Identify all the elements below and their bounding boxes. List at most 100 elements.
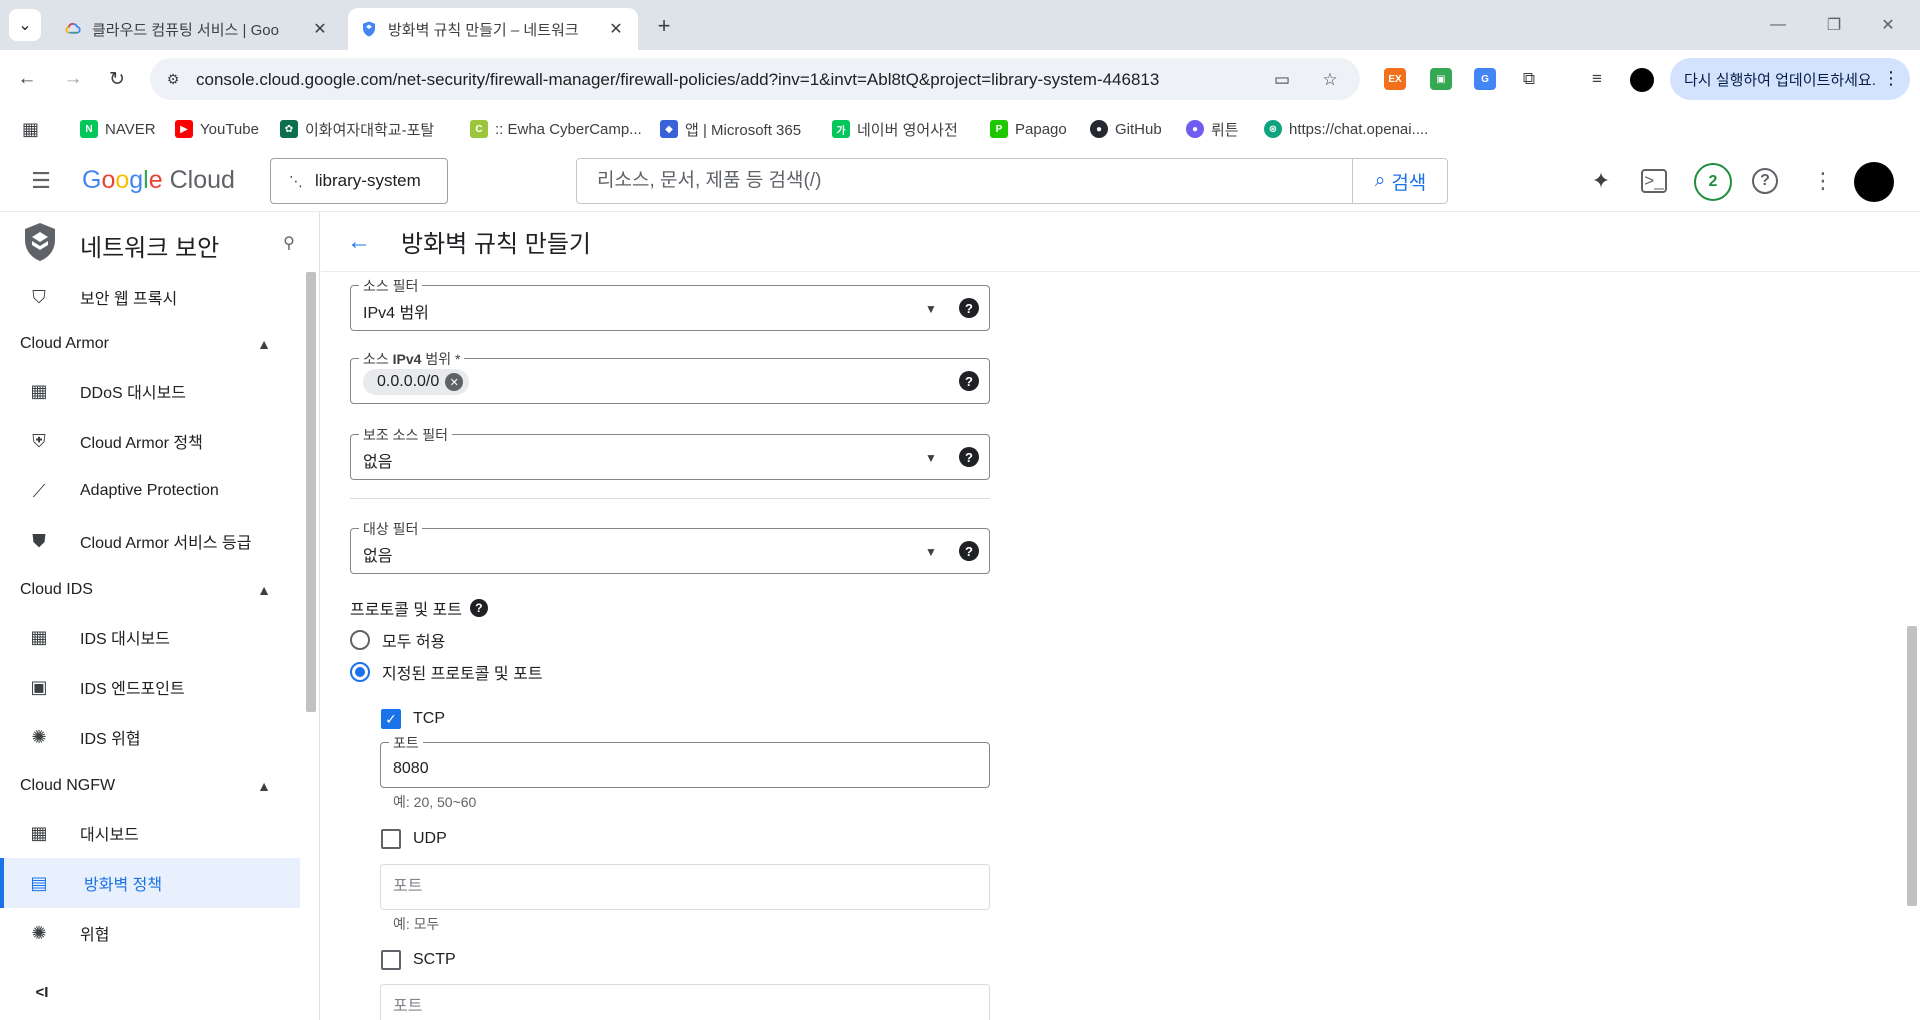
chevron-up-icon[interactable]: ▲ xyxy=(254,334,274,354)
bookmark-naver-dictionary[interactable]: 가 네이버 영어사전 xyxy=(832,118,958,140)
checkbox-checked-icon[interactable]: ✓ xyxy=(381,709,401,729)
back-arrow-icon[interactable]: ← xyxy=(12,64,42,94)
sctp-checkbox-row[interactable]: SCTP xyxy=(381,948,456,972)
sidebar-scrollbar[interactable] xyxy=(306,272,316,712)
sidebar-item[interactable]: ▦ DDoS 대시보드 xyxy=(0,366,300,416)
source-filter-select[interactable]: 소스 필터 IPv4 범위 ▼ ? xyxy=(350,276,990,331)
sidebar-item[interactable]: ▦ 대시보드 xyxy=(0,808,300,858)
dropdown-caret-icon[interactable]: ▼ xyxy=(921,299,941,319)
chevron-up-icon[interactable]: ▲ xyxy=(254,776,274,796)
reload-icon[interactable]: ↻ xyxy=(102,64,132,94)
sidebar-item[interactable]: ⛨ Cloud Armor 정책 xyxy=(0,416,300,466)
sctp-port-input[interactable] xyxy=(381,985,989,1020)
extension-ex-icon[interactable]: EX xyxy=(1384,68,1406,90)
sidebar-section-cloud-ngfw[interactable]: Cloud NGFW ▲ xyxy=(0,764,300,808)
sidebar-item[interactable]: ✺ IDS 위협 xyxy=(0,712,300,762)
notifications-badge[interactable]: 2 xyxy=(1694,163,1732,201)
search-button[interactable]: ⌕ 검색 xyxy=(1352,159,1448,203)
extensions-puzzle-icon[interactable]: ⧉ xyxy=(1514,64,1544,94)
help-icon[interactable]: ? xyxy=(959,371,979,391)
pin-icon[interactable]: ⚲ xyxy=(278,232,300,254)
window-close-icon[interactable]: ✕ xyxy=(1868,10,1908,40)
checkbox-label: UDP xyxy=(413,830,447,847)
sidebar-item-label: 위협 xyxy=(80,927,110,944)
account-avatar[interactable] xyxy=(1854,162,1894,202)
open-in-app-icon[interactable]: ▭ xyxy=(1270,68,1294,92)
browser-tab-firewall-rule[interactable]: 방화벽 규칙 만들기 – 네트워크 ✕ xyxy=(348,8,638,50)
dropdown-caret-icon[interactable]: ▼ xyxy=(921,542,941,562)
browser-tab-cloud-computing[interactable]: 클라우드 컴퓨팅 서비스 | Goo ✕ xyxy=(52,8,342,50)
gemini-sparkle-icon[interactable]: ✦ xyxy=(1586,166,1616,196)
help-icon[interactable]: ? xyxy=(959,298,979,318)
help-question-icon[interactable]: ? xyxy=(1752,168,1778,194)
extension-screen-icon[interactable]: ▣ xyxy=(1430,68,1452,90)
window-minimize-icon[interactable]: — xyxy=(1758,10,1798,40)
media-control-icon[interactable]: ≡ xyxy=(1582,64,1612,94)
radio-specified-protocols[interactable]: 지정된 프로토콜 및 포트 xyxy=(350,660,543,684)
tcp-port-input[interactable] xyxy=(381,743,989,787)
bookmark-microsoft365[interactable]: ◆ 앱 | Microsoft 365 xyxy=(660,118,801,140)
google-cloud-logo[interactable]: Google Cloud xyxy=(82,166,235,195)
source-ipv4-ranges-field[interactable]: 소스 IPv4 범위 * 0.0.0.0/0 ✕ ? xyxy=(350,349,990,404)
udp-port-input[interactable] xyxy=(381,865,989,909)
back-arrow-icon[interactable]: ← xyxy=(345,228,373,256)
tab-close-icon[interactable]: ✕ xyxy=(606,19,626,39)
tab-close-icon[interactable]: ✕ xyxy=(310,19,330,39)
sidebar-section-cloud-armor[interactable]: Cloud Armor ▲ xyxy=(0,322,300,366)
radio-allow-all[interactable]: 모두 허용 xyxy=(350,628,445,652)
radio-button-selected[interactable] xyxy=(350,662,370,682)
bookmark-star-icon[interactable]: ☆ xyxy=(1318,68,1342,92)
help-icon[interactable]: ? xyxy=(959,447,979,467)
address-bar[interactable]: ⚙ console.cloud.google.com/net-security/… xyxy=(150,58,1360,100)
bookmark-ewha-cybercampus[interactable]: C:: Ewha CyberCamp... xyxy=(470,118,642,140)
sidebar-item[interactable]: ✺ 위협 xyxy=(0,908,300,958)
bookmark-naver[interactable]: N NAVER xyxy=(80,118,156,140)
bookmark-wrtn[interactable]: ● 뤼튼 xyxy=(1186,118,1239,140)
sidebar-section-cloud-ids[interactable]: Cloud IDS ▲ xyxy=(0,568,300,612)
tcp-checkbox-row[interactable]: ✓ TCP xyxy=(381,707,445,731)
help-icon[interactable]: ? xyxy=(959,541,979,561)
chip-remove-icon[interactable]: ✕ xyxy=(445,373,464,391)
sidebar-item[interactable]: ▦ IDS 대시보드 xyxy=(0,612,300,662)
update-chrome-button[interactable]: 다시 실행하여 업데이트하세요. ⋮ xyxy=(1670,58,1910,100)
bookmark-youtube[interactable]: ▶ YouTube xyxy=(175,118,259,140)
window-restore-icon[interactable]: ❐ xyxy=(1814,10,1854,40)
more-vert-icon[interactable]: ⋮ xyxy=(1808,166,1838,196)
sidebar-item[interactable]: ▣ IDS 엔드포인트 xyxy=(0,662,300,712)
project-picker[interactable]: ⋱ library-system xyxy=(270,158,448,204)
radio-button[interactable] xyxy=(350,630,370,650)
sidebar-item[interactable]: ⟋ Adaptive Protection xyxy=(0,466,300,516)
chevron-up-icon[interactable]: ▲ xyxy=(254,580,274,600)
url-text[interactable]: console.cloud.google.com/net-security/fi… xyxy=(196,70,1159,90)
udp-port-field[interactable] xyxy=(380,864,990,910)
secondary-source-filter-select[interactable]: 보조 소스 필터 없음 ▼ ? xyxy=(350,425,990,480)
new-tab-plus-icon[interactable]: + xyxy=(651,13,677,39)
more-vert-icon[interactable]: ⋮ xyxy=(1882,68,1900,89)
profile-avatar[interactable] xyxy=(1630,68,1654,92)
collapse-sidebar-icon[interactable]: <I xyxy=(30,980,54,1004)
tab-search-chevron-icon[interactable]: ⌄ xyxy=(9,9,41,41)
search-input[interactable] xyxy=(577,159,1352,203)
hamburger-menu-icon[interactable]: ☰ xyxy=(28,168,54,194)
sidebar-item[interactable]: ⛉ 보안 웹 프록시 xyxy=(0,272,300,322)
bookmark-chatgpt[interactable]: ⊛ https://chat.openai.... xyxy=(1264,118,1428,140)
extension-translate-icon[interactable]: G xyxy=(1474,68,1496,90)
checkbox-unchecked-icon[interactable] xyxy=(381,829,401,849)
sidebar-item[interactable]: ⛊ Cloud Armor 서비스 등급 xyxy=(0,516,300,566)
forward-arrow-icon[interactable]: → xyxy=(58,64,88,94)
cloud-shell-terminal-icon[interactable]: >_ xyxy=(1641,169,1667,193)
target-filter-select[interactable]: 대상 필터 없음 ▼ ? xyxy=(350,519,990,574)
checkbox-unchecked-icon[interactable] xyxy=(381,950,401,970)
bookmark-papago[interactable]: P Papago xyxy=(990,118,1067,140)
bookmark-ewha-portal[interactable]: ✿ 이화여자대학교-포탈 xyxy=(280,118,434,140)
sctp-port-field[interactable] xyxy=(380,984,990,1020)
site-info-icon[interactable]: ⚙ xyxy=(164,70,182,88)
tcp-port-field[interactable]: 포트 xyxy=(380,733,990,788)
dropdown-caret-icon[interactable]: ▼ xyxy=(921,448,941,468)
udp-checkbox-row[interactable]: UDP xyxy=(381,827,447,851)
sidebar-item[interactable]: ▤ 방화벽 정책 xyxy=(0,858,300,908)
main-scrollbar[interactable] xyxy=(1907,626,1917,906)
help-icon[interactable]: ? xyxy=(469,599,488,617)
apps-grid-icon[interactable]: ▦ xyxy=(22,118,39,140)
bookmark-github[interactable]: ● GitHub xyxy=(1090,118,1162,140)
